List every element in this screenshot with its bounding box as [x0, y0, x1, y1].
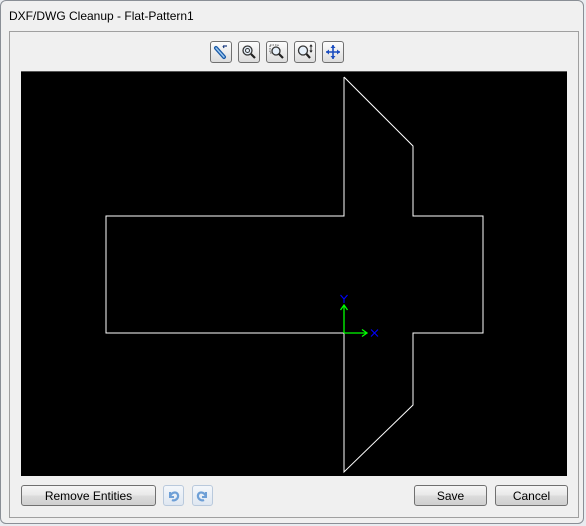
view-toolbar [210, 41, 344, 65]
drawing-canvas[interactable] [21, 71, 567, 476]
redo-icon [196, 491, 208, 502]
zoom-fit-icon [242, 45, 256, 59]
cancel-button[interactable]: Cancel [495, 485, 568, 506]
save-button[interactable]: Save [414, 485, 487, 506]
window-title: DXF/DWG Cleanup - Flat-Pattern1 [9, 9, 194, 23]
pan-icon [326, 45, 340, 59]
coordinate-axes [339, 294, 379, 338]
y-axis-label [340, 294, 348, 303]
title-bar: DXF/DWG Cleanup - Flat-Pattern1 [1, 1, 583, 31]
select-tool-button[interactable] [210, 41, 232, 63]
flat-pattern-outline [105, 76, 484, 474]
zoom-area-button[interactable] [266, 41, 288, 63]
remove-entities-button[interactable]: Remove Entities [21, 485, 156, 506]
zoom-area-icon [269, 44, 284, 59]
wand-select-icon [214, 45, 227, 59]
zoom-in-out-icon [297, 44, 313, 59]
x-axis-arrow [344, 328, 369, 338]
undo-icon [168, 491, 180, 502]
zoom-in-out-button[interactable] [294, 41, 316, 63]
pan-button[interactable] [322, 41, 344, 63]
zoom-fit-button[interactable] [238, 41, 260, 63]
x-axis-label [370, 329, 379, 337]
redo-button[interactable] [192, 485, 213, 506]
dialog-window: DXF/DWG Cleanup - Flat-Pattern1 Remove E… [0, 0, 584, 524]
y-axis-arrow [339, 303, 349, 333]
undo-button[interactable] [163, 485, 184, 506]
